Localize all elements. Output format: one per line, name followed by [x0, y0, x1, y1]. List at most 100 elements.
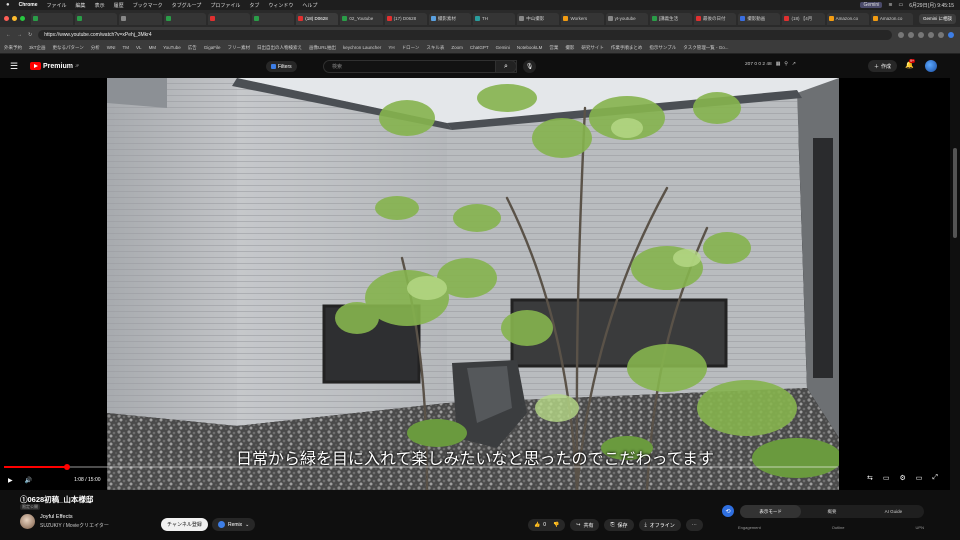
browser-tab[interactable]: 最後の日付	[694, 12, 737, 25]
menu-help[interactable]: ヘルプ	[302, 2, 317, 9]
channel-avatar[interactable]	[20, 514, 35, 529]
bookmark-item[interactable]: 画像URL抽出	[309, 45, 336, 51]
bookmark-item[interactable]: TM	[123, 45, 130, 50]
bookmark-item[interactable]: 広告	[188, 45, 197, 51]
browser-tab[interactable]: Workers	[561, 12, 604, 25]
notifications-button[interactable]: 🔔 9+	[905, 59, 915, 69]
bookmark-item[interactable]: 更なるパターン	[53, 45, 84, 51]
apple-icon[interactable]: ●	[6, 2, 10, 8]
menubar-app-name[interactable]: Chrome	[19, 2, 38, 8]
menu-icon[interactable]: ☰	[10, 61, 24, 72]
subscribe-button[interactable]: チャンネル登録	[161, 518, 208, 531]
filters-button[interactable]: Filters	[266, 61, 297, 72]
search-button[interactable]: ⌕	[495, 60, 517, 73]
browser-tab[interactable]	[31, 12, 74, 25]
wifi-icon[interactable]: ≋	[888, 2, 892, 8]
menu-profile[interactable]: プロファイル	[210, 2, 240, 9]
video-player[interactable]: 日常から緑を目に入れて楽しみたいなと思ったのでこだわってます ▶ 🔊 1:08 …	[0, 78, 950, 490]
voice-search-button[interactable]: 🎙	[523, 60, 536, 73]
maximize-window-icon[interactable]	[20, 16, 25, 21]
extension-icon[interactable]	[938, 31, 944, 38]
theater-mode-icon[interactable]: ▭	[916, 474, 923, 482]
bookmark-item[interactable]: フリー素材	[228, 45, 251, 51]
menu-file[interactable]: ファイル	[47, 2, 67, 9]
bookmark-item[interactable]: 分析	[91, 45, 100, 51]
tab-display-mode[interactable]: 表示モード	[740, 505, 802, 518]
menubar-clock[interactable]: 6月29日(月) 9:45:15	[909, 2, 954, 9]
menu-view[interactable]: 表示	[95, 2, 105, 9]
bookmark-item[interactable]: GigaFile	[204, 45, 221, 50]
bookmark-item[interactable]: 外来予約	[4, 45, 22, 51]
forward-icon[interactable]: →	[17, 32, 22, 38]
bookmark-item[interactable]: 作業手順まとめ	[611, 45, 643, 51]
address-bar[interactable]: https://www.youtube.com/watch?v=xPehj_3M…	[38, 29, 892, 40]
video-frame[interactable]	[107, 78, 839, 490]
bookmark-item[interactable]: YouTube	[163, 45, 181, 50]
bookmark-item[interactable]: ドローン	[402, 45, 420, 51]
bookmark-item[interactable]: 日出自出の人物検索え	[257, 45, 302, 51]
gemini-button[interactable]: Gemini に相談	[918, 13, 956, 24]
close-window-icon[interactable]	[4, 16, 9, 21]
extension-icon[interactable]	[918, 31, 924, 38]
bookmark-item[interactable]: MM	[149, 45, 157, 50]
captions-icon[interactable]: ▭	[883, 474, 890, 482]
bookmark-item[interactable]: 営業	[549, 45, 558, 51]
bookmark-item[interactable]: VL	[136, 45, 142, 50]
bookmark-item[interactable]: Zoom	[451, 45, 463, 50]
bulb-icon[interactable]: ⚲	[784, 62, 788, 67]
bookmark-item[interactable]: 指示サンプル	[649, 45, 676, 51]
search-input[interactable]: 検索	[323, 60, 517, 73]
like-button[interactable]: 👍 0 👎	[528, 519, 566, 531]
bookmark-item[interactable]: 撮影	[565, 45, 574, 51]
bookmark-item[interactable]: keychron Launcher	[343, 45, 381, 50]
browser-tab[interactable]: TH	[473, 12, 516, 25]
extension-icon[interactable]	[928, 31, 934, 38]
browser-tab[interactable]: [講義生活	[649, 12, 693, 25]
profile-icon[interactable]	[948, 31, 954, 38]
back-icon[interactable]: ←	[6, 32, 11, 38]
remix-button[interactable]: Remix ⌄	[212, 518, 256, 531]
bookmark-item[interactable]: YH	[388, 45, 394, 50]
browser-tab[interactable]	[119, 12, 162, 25]
menu-bookmarks[interactable]: ブックマーク	[133, 2, 163, 9]
ai-panel-icon[interactable]: ⟲	[722, 505, 734, 517]
browser-tab[interactable]: (18) D0628	[296, 12, 339, 25]
menu-edit[interactable]: 編集	[76, 2, 86, 9]
bookmark-item[interactable]: タスク管理一覧 - Go...	[683, 45, 728, 51]
youtube-logo[interactable]: Premium JP	[30, 62, 79, 70]
share-button[interactable]: ↪ 共有	[570, 519, 600, 531]
account-avatar[interactable]	[925, 60, 937, 72]
autoplay-icon[interactable]: ⇆	[867, 474, 873, 482]
extension-stats[interactable]: 207 0 0 2 48 ▦ ⚲ ↗	[745, 62, 796, 67]
page-scrollbar[interactable]	[950, 78, 960, 540]
browser-tab[interactable]	[75, 12, 118, 25]
scrollbar-thumb[interactable]	[953, 148, 957, 238]
browser-tab[interactable]: yt-youtube	[605, 12, 648, 25]
extension-icon[interactable]	[898, 31, 904, 38]
browser-tab[interactable]: 02_Youtube	[340, 12, 383, 25]
menu-tabgroups[interactable]: タブグループ	[172, 2, 202, 9]
menu-history[interactable]: 履歴	[114, 2, 124, 9]
bookmark-item[interactable]: ChatGPT	[470, 45, 489, 50]
channel-name[interactable]: Joyful Effects	[40, 514, 73, 520]
browser-tab[interactable]: 中山撮影	[517, 12, 560, 25]
offline-button[interactable]: ⤓ オフライン	[638, 519, 681, 531]
battery-icon[interactable]: ▭	[899, 2, 904, 8]
bookmark-item[interactable]: Gemini	[496, 45, 510, 50]
reload-icon[interactable]: ↻	[28, 32, 32, 38]
bookmark-item[interactable]: スキル表	[426, 45, 444, 51]
create-button[interactable]: ＋ 作成	[868, 60, 898, 72]
browser-tab[interactable]	[252, 12, 295, 25]
gemini-menubar-icon[interactable]: Gemini	[860, 2, 883, 8]
tab-ai-guide[interactable]: AI Guide	[863, 505, 924, 518]
share-icon[interactable]: ↗	[792, 62, 796, 67]
thumbs-down-icon[interactable]: 👎	[553, 522, 559, 528]
browser-tab[interactable]: Amazon.co	[870, 12, 913, 25]
bookmark-item[interactable]: 研究サイト	[581, 45, 604, 51]
browser-tab[interactable]: 撮影素材	[428, 12, 472, 25]
settings-icon[interactable]: ⚙	[899, 474, 905, 482]
fullscreen-icon[interactable]: ⤢	[932, 474, 938, 482]
bookmark-item[interactable]: WNI	[107, 45, 116, 50]
more-actions-button[interactable]: ⋯	[685, 519, 703, 531]
tab-overview[interactable]: 概要	[801, 505, 862, 518]
